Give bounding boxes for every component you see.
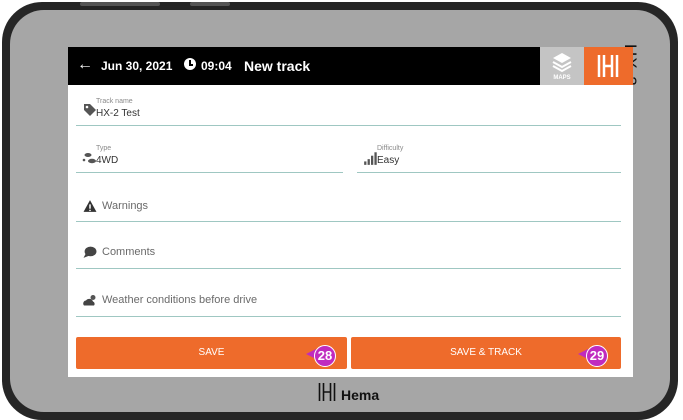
power-button bbox=[190, 2, 230, 6]
difficulty-value: Easy bbox=[377, 155, 400, 166]
cloud-sun-icon bbox=[83, 295, 96, 306]
app-screen: ← Jun 30, 2021 09:04 New track MAPS Trac… bbox=[68, 47, 633, 377]
marker-number: 28 bbox=[314, 345, 336, 367]
track-name-value: HX-2 Test bbox=[96, 108, 140, 119]
weather-placeholder: Weather conditions before drive bbox=[102, 294, 258, 306]
time-text: 09:04 bbox=[201, 59, 232, 73]
layers-icon bbox=[552, 53, 572, 73]
maps-label: MAPS bbox=[553, 75, 571, 81]
maps-button[interactable]: MAPS bbox=[540, 47, 584, 85]
page-title: New track bbox=[244, 58, 311, 74]
hema-brand-logo-icon bbox=[318, 383, 336, 401]
type-value: 4WD bbox=[96, 155, 119, 166]
hema-logo-icon bbox=[597, 55, 619, 77]
hardware-buttons bbox=[80, 2, 240, 6]
back-arrow-icon[interactable]: ← bbox=[77, 56, 93, 74]
annotation-marker-28: 28 bbox=[306, 341, 336, 367]
brand-name: Hema bbox=[341, 387, 380, 403]
annotation-marker-29: 29 bbox=[578, 341, 608, 367]
difficulty-label: Difficulty bbox=[377, 145, 404, 152]
hema-menu-button[interactable] bbox=[584, 47, 633, 85]
warning-icon bbox=[83, 200, 97, 212]
difficulty-field[interactable]: Difficulty Easy bbox=[357, 142, 621, 173]
chat-bubble-icon bbox=[83, 246, 97, 258]
comments-placeholder: Comments bbox=[102, 246, 156, 258]
type-label: Type bbox=[96, 145, 112, 152]
volume-button bbox=[80, 2, 160, 6]
weather-field[interactable]: Weather conditions before drive bbox=[76, 288, 621, 317]
track-name-field[interactable]: Track name HX-2 Test bbox=[76, 95, 621, 126]
type-field[interactable]: Type 4WD bbox=[76, 142, 343, 173]
marker-number: 29 bbox=[586, 345, 608, 367]
top-bar: ← Jun 30, 2021 09:04 New track MAPS bbox=[68, 47, 633, 85]
clock-icon bbox=[184, 58, 196, 70]
warnings-placeholder: Warnings bbox=[102, 200, 149, 212]
comments-field[interactable]: Comments bbox=[76, 239, 621, 269]
warnings-field[interactable]: Warnings bbox=[76, 193, 621, 222]
track-name-label: Track name bbox=[96, 98, 133, 105]
date-text: Jun 30, 2021 bbox=[101, 59, 173, 73]
